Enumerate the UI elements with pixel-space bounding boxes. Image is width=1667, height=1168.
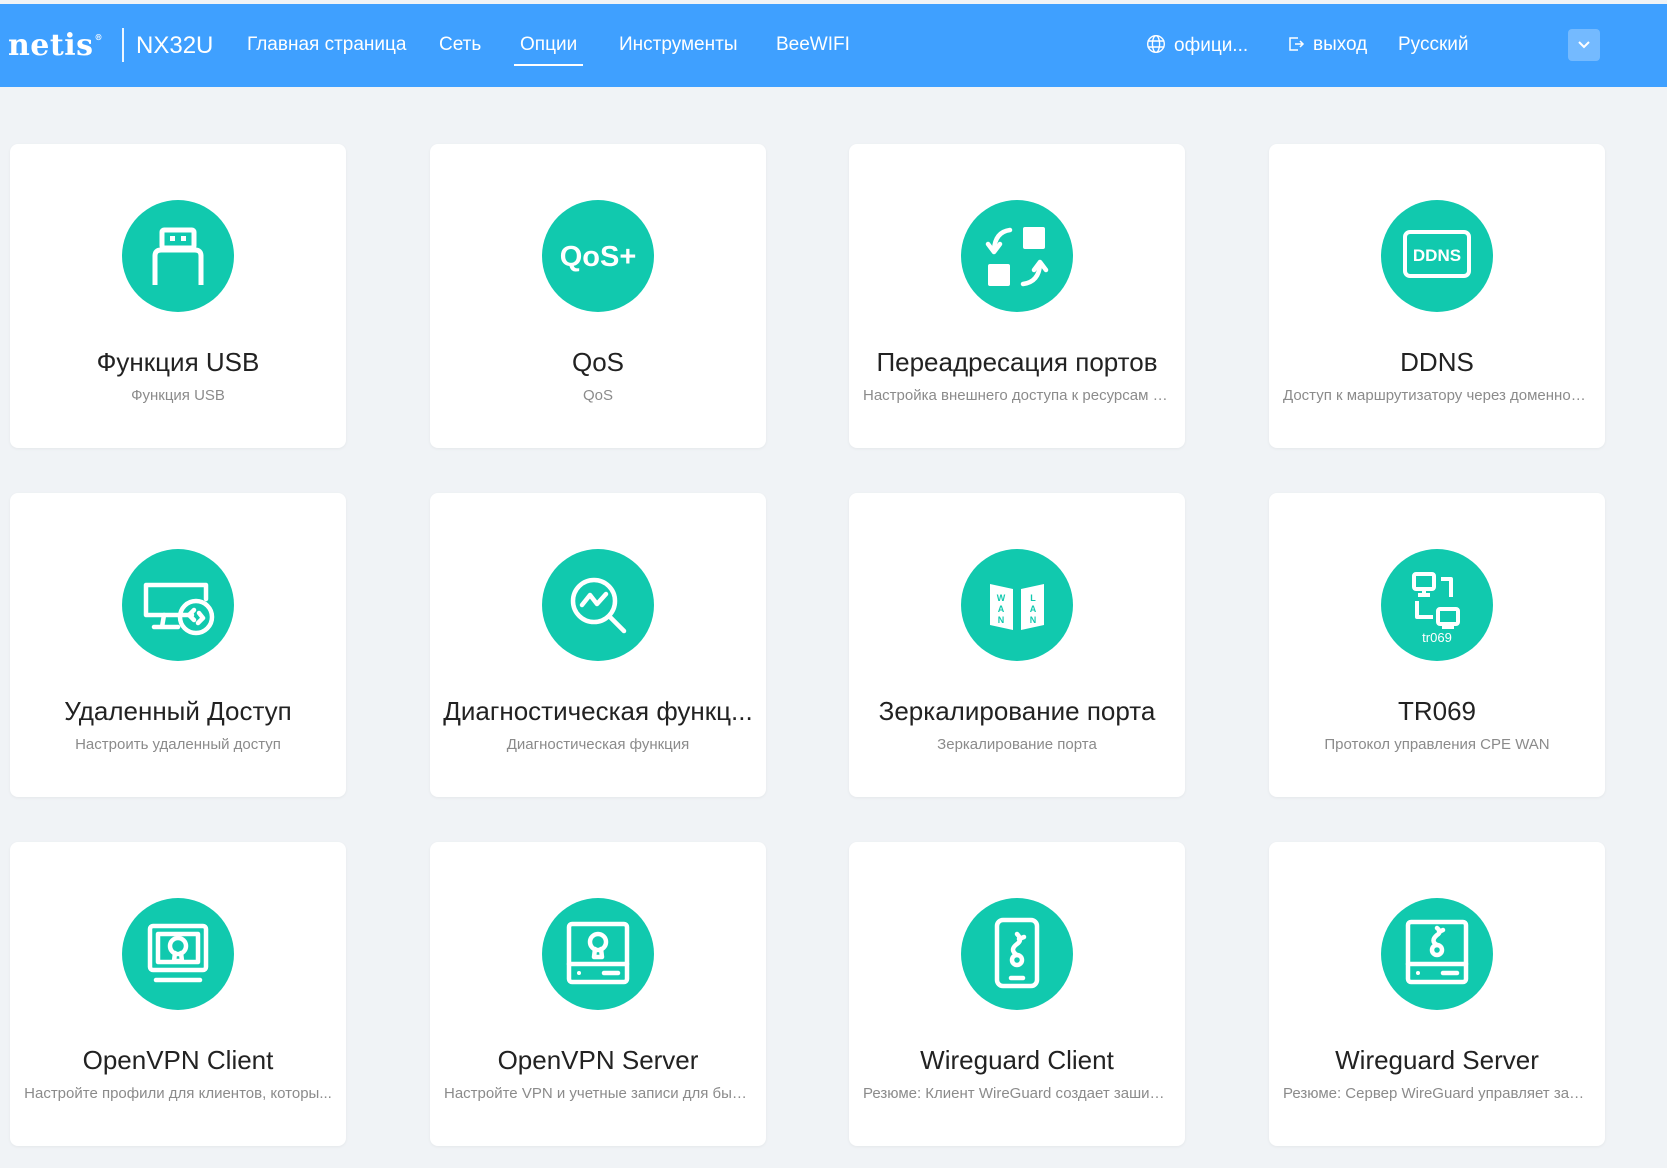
svg-text:N: N <box>1030 615 1037 625</box>
card-description: Резюме: Клиент WireGuard создает зашиф..… <box>863 1085 1171 1102</box>
wireguard-client-icon-circle <box>961 898 1073 1010</box>
ddns-icon: DDNS <box>1403 230 1471 278</box>
logo-divider <box>122 28 124 62</box>
card-description: Доступ к маршрутизатору через доменное..… <box>1283 387 1591 404</box>
openvpn-server-icon <box>566 921 630 985</box>
nav-beewifi[interactable]: BeeWIFI <box>776 34 850 56</box>
port-forwarding-icon <box>985 227 1049 287</box>
ddns-icon-circle: DDNS <box>1381 200 1493 312</box>
card-qos[interactable]: QoS+ QoS QoS <box>430 144 766 448</box>
svg-text:tr069: tr069 <box>1422 630 1452 645</box>
card-description: Настройте профили для клиентов, которы..… <box>24 1085 332 1102</box>
top-navigation-bar: netis® NX32U Главная страница Сеть Опции… <box>0 4 1667 87</box>
card-title: QoS <box>571 347 625 377</box>
official-site-link[interactable]: офици... <box>1146 34 1248 57</box>
port-mirroring-icon: W A N L A N <box>990 584 1044 630</box>
brand-name: netis <box>8 28 94 63</box>
card-title: TR069 <box>1397 696 1477 726</box>
card-description: QoS <box>582 387 613 404</box>
card-description: Резюме: Сервер WireGuard управляет заш..… <box>1283 1085 1591 1102</box>
svg-text:A: A <box>998 604 1005 614</box>
svg-text:QoS+: QoS+ <box>560 241 637 273</box>
svg-text:DDNS: DDNS <box>1413 246 1461 265</box>
globe-icon <box>1146 34 1166 54</box>
svg-text:A: A <box>1030 604 1037 614</box>
card-title: Диагностическая функц... <box>443 696 753 726</box>
logout-label: выход <box>1313 34 1368 55</box>
wireguard-client-icon <box>994 917 1040 989</box>
official-site-label: офици... <box>1174 35 1249 56</box>
card-description: Настройка внешнего доступа к ресурсам в.… <box>863 387 1171 404</box>
card-title: Переадресация портов <box>876 347 1158 377</box>
diagnostic-icon-circle <box>542 549 654 661</box>
language-dropdown[interactable] <box>1568 29 1600 61</box>
card-title: Удаленный Доступ <box>64 696 292 726</box>
diagnostic-icon <box>570 577 627 634</box>
chevron-down-icon <box>1578 41 1590 49</box>
card-remote-access[interactable]: Удаленный Доступ Настроить удаленный дос… <box>10 493 346 797</box>
svg-text:W: W <box>997 593 1006 603</box>
card-title: OpenVPN Client <box>82 1045 274 1075</box>
openvpn-client-icon-circle <box>122 898 234 1010</box>
language-label[interactable]: Русский <box>1398 34 1469 56</box>
card-description: Функция USB <box>131 387 225 404</box>
remote-access-icon-circle <box>122 549 234 661</box>
nav-tools[interactable]: Инструменты <box>619 34 737 56</box>
card-description: Настройте VPN и учетные записи для быст.… <box>444 1085 752 1102</box>
card-description: Зеркалирование порта <box>937 736 1097 753</box>
nav-options[interactable]: Опции <box>513 34 584 66</box>
card-title: Wireguard Client <box>920 1045 1114 1075</box>
card-title: DDNS <box>1400 347 1474 377</box>
card-openvpn-client[interactable]: OpenVPN Client Настройте профили для кли… <box>10 842 346 1146</box>
registered-mark: ® <box>94 32 104 42</box>
nav-network[interactable]: Сеть <box>439 34 481 56</box>
openvpn-client-icon <box>147 923 209 983</box>
card-wireguard-server[interactable]: Wireguard Server Резюме: Сервер WireGuar… <box>1269 842 1605 1146</box>
svg-text:L: L <box>1030 593 1036 603</box>
logout-button[interactable]: выход <box>1287 34 1367 56</box>
card-tr069[interactable]: tr069 TR069 Протокол управления CPE WAN <box>1269 493 1605 797</box>
card-description: Настроить удаленный доступ <box>75 736 281 753</box>
tr069-icon-circle: tr069 <box>1381 549 1493 661</box>
card-title: Wireguard Server <box>1335 1045 1539 1075</box>
usb-icon-circle <box>122 200 234 312</box>
port-mirroring-icon-circle: W A N L A N <box>961 549 1073 661</box>
card-wireguard-client[interactable]: Wireguard Client Резюме: Клиент WireGuar… <box>849 842 1185 1146</box>
logout-icon <box>1289 37 1305 51</box>
netis-logo[interactable]: netis® <box>8 28 103 63</box>
card-title: Функция USB <box>96 347 260 377</box>
nav-home[interactable]: Главная страница <box>247 34 407 56</box>
card-openvpn-server[interactable]: OpenVPN Server Настройте VPN и учетные з… <box>430 842 766 1146</box>
wireguard-server-icon-circle <box>1381 898 1493 1010</box>
wireguard-server-icon <box>1405 919 1469 985</box>
qos-icon: QoS+ <box>560 241 637 273</box>
usb-icon <box>152 227 204 285</box>
tr069-icon: tr069 <box>1412 572 1460 645</box>
card-usb[interactable]: Функция USB Функция USB <box>10 144 346 448</box>
svg-text:N: N <box>998 615 1005 625</box>
card-port-forwarding[interactable]: Переадресация портов Настройка внешнего … <box>849 144 1185 448</box>
port-forwarding-icon-circle <box>961 200 1073 312</box>
qos-icon-circle: QoS+ <box>542 200 654 312</box>
card-title: OpenVPN Server <box>497 1045 699 1075</box>
card-description: Протокол управления CPE WAN <box>1324 736 1550 753</box>
card-diagnostics[interactable]: Диагностическая функц... Диагностическая… <box>430 493 766 797</box>
remote-access-icon <box>143 582 215 636</box>
card-port-mirroring[interactable]: W A N L A N Зеркалирование порта Зеркали… <box>849 493 1185 797</box>
card-description: Диагностическая функция <box>506 736 690 753</box>
model-name: NX32U <box>136 32 214 59</box>
card-title: Зеркалирование порта <box>878 696 1156 726</box>
card-ddns[interactable]: DDNS DDNS Доступ к маршрутизатору через … <box>1269 144 1605 448</box>
openvpn-server-icon-circle <box>542 898 654 1010</box>
